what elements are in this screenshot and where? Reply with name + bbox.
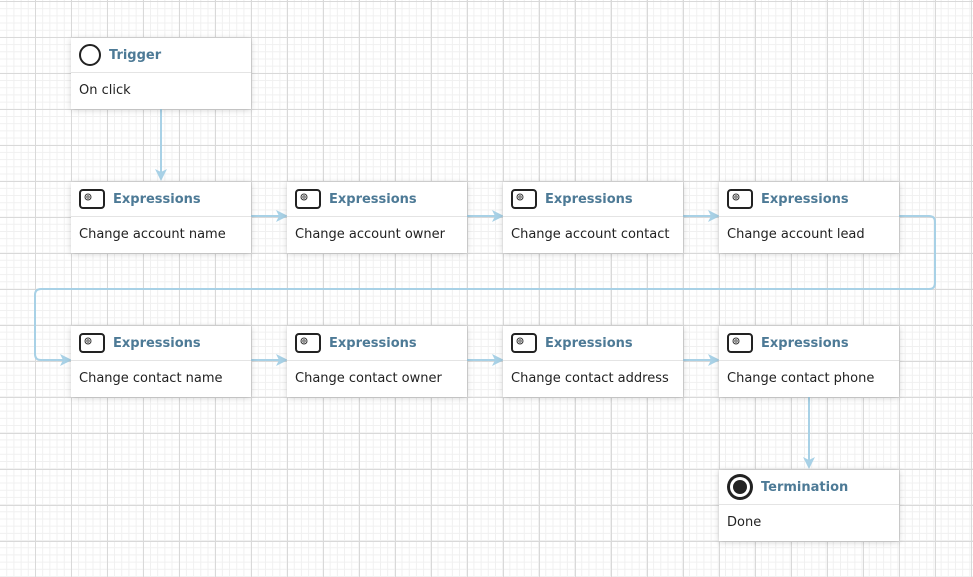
- end-event-icon: [727, 474, 753, 500]
- node-expression[interactable]: Expressions Change account owner: [287, 182, 467, 253]
- gear-task-icon: [295, 333, 321, 353]
- gear-task-icon: [727, 333, 753, 353]
- node-title: Expressions: [113, 191, 201, 207]
- node-header: Trigger: [71, 38, 251, 73]
- gear-task-icon: [511, 189, 537, 209]
- node-header: Expressions: [719, 182, 899, 217]
- node-termination[interactable]: Termination Done: [719, 470, 899, 541]
- node-title: Expressions: [329, 191, 417, 207]
- node-label: On click: [79, 83, 131, 98]
- node-title: Expressions: [329, 335, 417, 351]
- gear-task-icon: [79, 333, 105, 353]
- node-expression[interactable]: Expressions Change contact name: [71, 326, 251, 397]
- node-header: Expressions: [503, 326, 683, 361]
- node-header: Expressions: [719, 326, 899, 361]
- node-label: Change contact address: [511, 371, 669, 386]
- node-expression[interactable]: Expressions Change account lead: [719, 182, 899, 253]
- node-label: Change contact phone: [727, 371, 875, 386]
- node-title: Trigger: [109, 47, 162, 63]
- gear-task-icon: [295, 189, 321, 209]
- node-expression[interactable]: Expressions Change contact owner: [287, 326, 467, 397]
- node-header: Expressions: [287, 182, 467, 217]
- node-label: Change account owner: [295, 227, 445, 242]
- node-label: Change account name: [79, 227, 226, 242]
- node-label: Change contact name: [79, 371, 223, 386]
- node-expression[interactable]: Expressions Change contact address: [503, 326, 683, 397]
- gear-task-icon: [511, 333, 537, 353]
- node-trigger[interactable]: Trigger On click: [71, 38, 251, 109]
- gear-task-icon: [727, 189, 753, 209]
- node-title: Expressions: [761, 335, 849, 351]
- node-header: Expressions: [287, 326, 467, 361]
- node-label: Change account contact: [511, 227, 670, 242]
- node-header: Expressions: [71, 182, 251, 217]
- node-title: Expressions: [545, 335, 633, 351]
- node-label: Done: [727, 515, 762, 530]
- node-title: Expressions: [545, 191, 633, 207]
- node-expression[interactable]: Expressions Change account name: [71, 182, 251, 253]
- node-header: Expressions: [71, 326, 251, 361]
- start-event-icon: [79, 44, 101, 66]
- node-expression[interactable]: Expressions Change contact phone: [719, 326, 899, 397]
- node-header: Termination: [719, 470, 899, 505]
- node-header: Expressions: [503, 182, 683, 217]
- node-title: Expressions: [761, 191, 849, 207]
- node-title: Expressions: [113, 335, 201, 351]
- node-label: Change contact owner: [295, 371, 442, 386]
- node-label: Change account lead: [727, 227, 865, 242]
- node-title: Termination: [761, 479, 849, 495]
- gear-task-icon: [79, 189, 105, 209]
- node-expression[interactable]: Expressions Change account contact: [503, 182, 683, 253]
